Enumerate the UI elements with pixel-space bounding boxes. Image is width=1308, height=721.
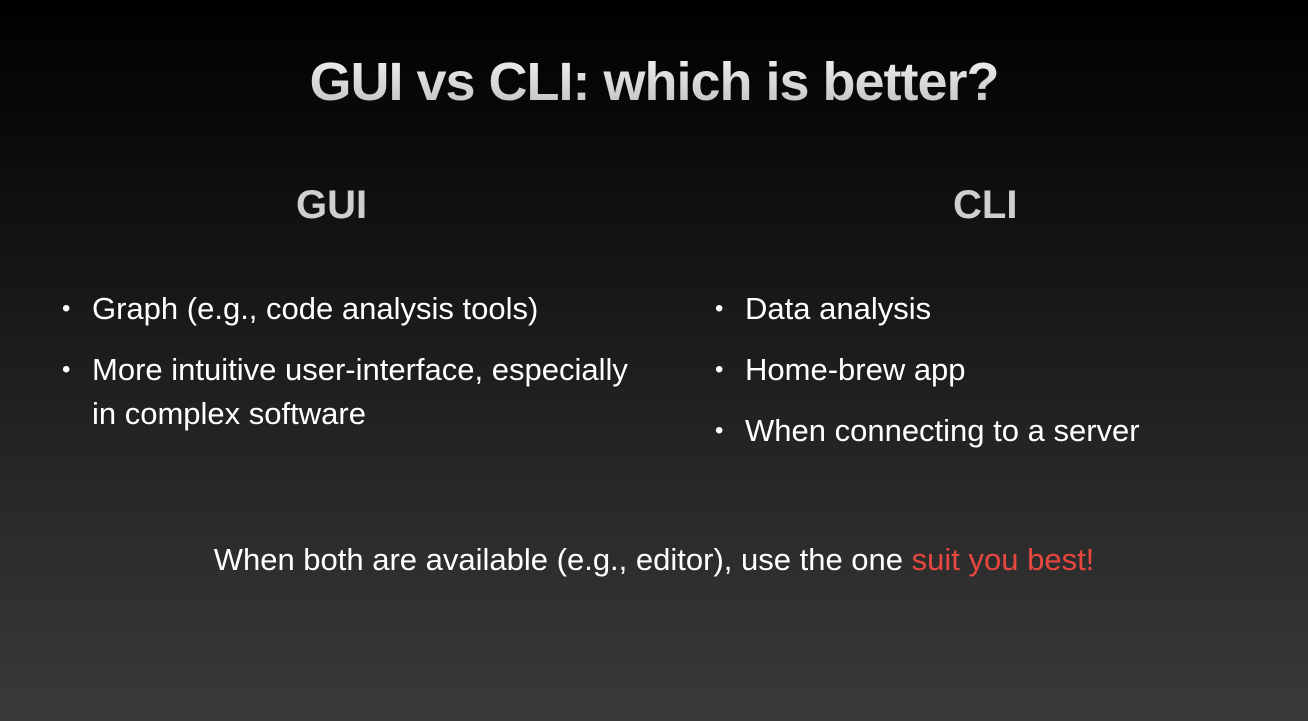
gui-bullet-text: Graph (e.g., code analysis tools) [92, 291, 539, 326]
cli-column-heading: CLI [953, 183, 1018, 227]
cli-bullet-item: • When connecting to a server [713, 409, 1273, 453]
bullet-dot-icon: • [715, 295, 724, 322]
bullet-dot-icon: • [715, 356, 724, 383]
cli-bullet-item: • Home-brew app [713, 348, 1273, 392]
bullet-dot-icon: • [715, 417, 724, 444]
slide: GUI vs CLI: which is better? GUI CLI • G… [0, 0, 1308, 721]
bullet-dot-icon: • [62, 295, 71, 322]
gui-column-heading: GUI [296, 183, 368, 227]
footer-text: When both are available (e.g., editor), … [213, 542, 912, 577]
gui-bullet-item: • Graph (e.g., code analysis tools) [60, 287, 660, 331]
cli-bullet-text: Home-brew app [745, 352, 966, 387]
cli-bullet-text: When connecting to a server [745, 413, 1140, 448]
footer-note: When both are available (e.g., editor), … [0, 538, 1308, 582]
cli-bullet-item: • Data analysis [713, 287, 1273, 331]
gui-bullet-item: • More intuitive user-interface, especia… [60, 348, 660, 436]
gui-bullet-text: More intuitive user-interface, especiall… [92, 352, 628, 431]
slide-title: GUI vs CLI: which is better? [0, 50, 1308, 114]
footer-highlight: suit you best! [911, 542, 1095, 577]
gui-bullet-list: • Graph (e.g., code analysis tools) • Mo… [60, 287, 660, 453]
bullet-dot-icon: • [62, 356, 71, 383]
cli-bullet-list: • Data analysis • Home-brew app • When c… [713, 287, 1273, 470]
cli-bullet-text: Data analysis [745, 291, 932, 326]
